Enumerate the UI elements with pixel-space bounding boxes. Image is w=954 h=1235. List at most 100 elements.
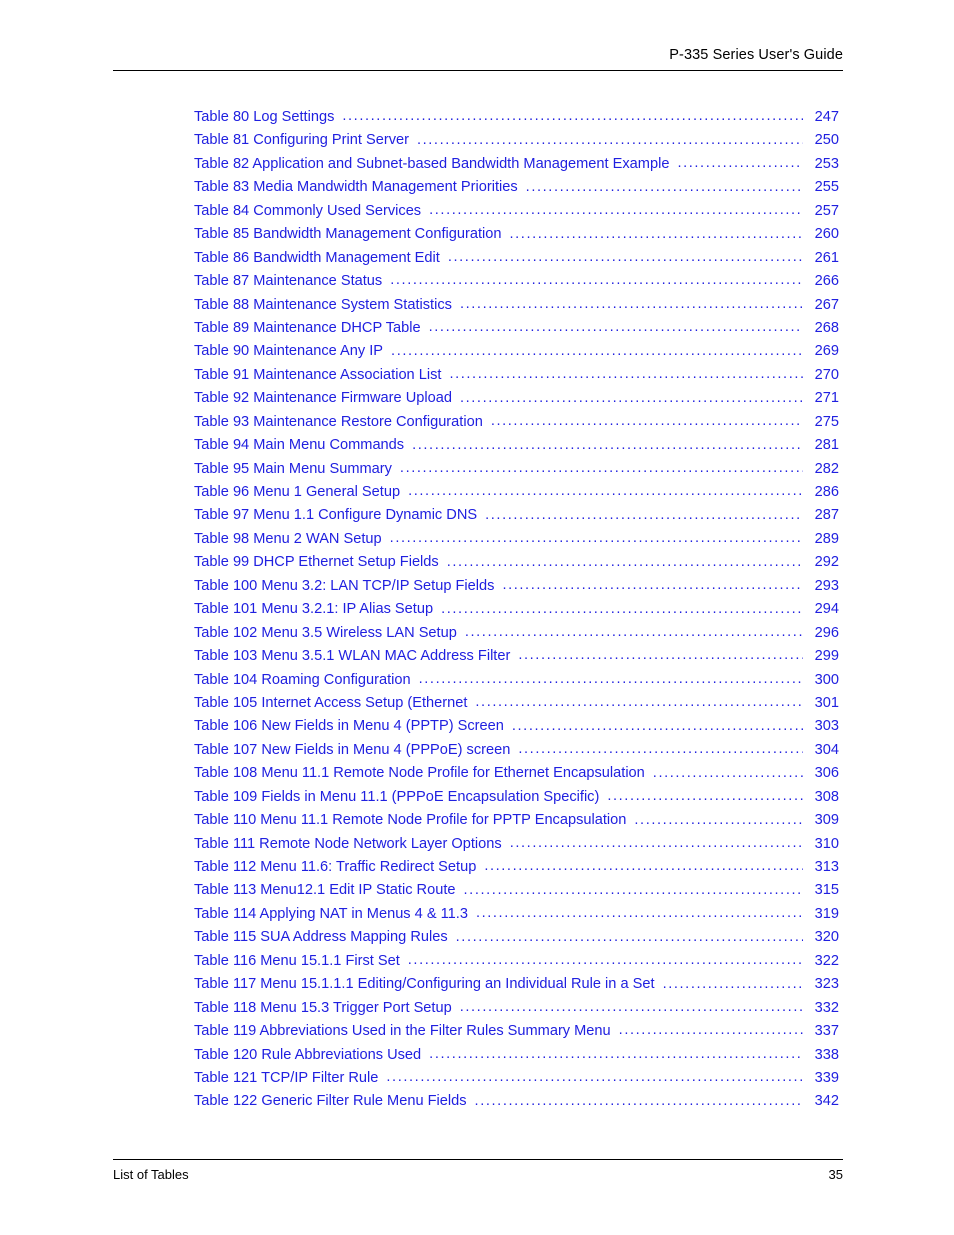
page-header: P-335 Series User's Guide xyxy=(113,46,843,71)
toc-entry-page-number: 260 xyxy=(814,226,839,243)
toc-entry[interactable]: Table 81 Configuring Print Server 250 xyxy=(194,129,839,152)
toc-entry[interactable]: Table 95 Main Menu Summary 282 xyxy=(194,458,839,481)
toc-entry-label: Table 116 Menu 15.1.1 First Set xyxy=(194,952,400,969)
toc-entry[interactable]: Table 84 Commonly Used Services 257 xyxy=(194,200,839,223)
toc-entry[interactable]: Table 105 Internet Access Setup (Etherne… xyxy=(194,692,839,715)
dot-leader xyxy=(518,645,803,660)
toc-entry[interactable]: Table 92 Maintenance Firmware Upload 271 xyxy=(194,387,839,410)
toc-entry[interactable]: Table 106 New Fields in Menu 4 (PPTP) Sc… xyxy=(194,715,839,738)
toc-entry-page-number: 315 xyxy=(814,882,839,899)
toc-entry-page-number: 289 xyxy=(814,530,839,547)
toc-entry-label: Table 107 New Fields in Menu 4 (PPPoE) s… xyxy=(194,741,511,758)
toc-entry-label: Table 84 Commonly Used Services xyxy=(194,202,422,219)
toc-entry[interactable]: Table 103 Menu 3.5.1 WLAN MAC Address Fi… xyxy=(194,645,839,668)
toc-entry[interactable]: Table 113 Menu12.1 Edit IP Static Route 3… xyxy=(194,879,839,902)
toc-entry[interactable]: Table 122 Generic Filter Rule Menu Field… xyxy=(194,1090,839,1113)
toc-entry[interactable]: Table 83 Media Mandwidth Management Prio… xyxy=(194,176,839,199)
toc-entry[interactable]: Table 96 Menu 1 General Setup 286 xyxy=(194,481,839,504)
dot-leader xyxy=(456,927,803,942)
toc-entry-label: Table 91 Maintenance Association List xyxy=(194,366,442,383)
dot-leader xyxy=(448,247,803,262)
toc-entry[interactable]: Table 119 Abbreviations Used in the Filt… xyxy=(194,1020,839,1043)
toc-entry-page-number: 304 xyxy=(814,741,839,758)
toc-entry[interactable]: Table 121 TCP/IP Filter Rule 339 xyxy=(194,1067,839,1090)
toc-entry[interactable]: Table 112 Menu 11.6: Traffic Redirect Se… xyxy=(194,856,839,879)
toc-entry[interactable]: Table 101 Menu 3.2.1: IP Alias Setup 294 xyxy=(194,598,839,621)
dot-leader xyxy=(342,106,803,121)
toc-entry[interactable]: Table 87 Maintenance Status 266 xyxy=(194,270,839,293)
toc-entry-page-number: 268 xyxy=(814,319,839,336)
toc-entry[interactable]: Table 118 Menu 15.3 Trigger Port Setup 33… xyxy=(194,997,839,1020)
dot-leader xyxy=(475,1091,803,1106)
toc-entry[interactable]: Table 117 Menu 15.1.1.1 Editing/Configur… xyxy=(194,973,839,996)
toc-entry[interactable]: Table 99 DHCP Ethernet Setup Fields 292 xyxy=(194,551,839,574)
toc-entry[interactable]: Table 90 Maintenance Any IP 269 xyxy=(194,340,839,363)
toc-entry-label: Table 86 Bandwidth Management Edit xyxy=(194,249,440,266)
toc-entry[interactable]: Table 116 Menu 15.1.1 First Set 322 xyxy=(194,950,839,973)
toc-entry-label: Table 85 Bandwidth Management Configurat… xyxy=(194,226,502,243)
toc-entry-label: Table 92 Maintenance Firmware Upload xyxy=(194,390,452,407)
toc-entry-page-number: 253 xyxy=(814,155,839,172)
toc-entry-page-number: 257 xyxy=(814,202,839,219)
dot-leader xyxy=(476,903,803,918)
toc-entry[interactable]: Table 86 Bandwidth Management Edit 261 xyxy=(194,247,839,270)
toc-entry-label: Table 89 Maintenance DHCP Table xyxy=(194,319,421,336)
toc-entry[interactable]: Table 102 Menu 3.5 Wireless LAN Setup 296 xyxy=(194,622,839,645)
toc-entry[interactable]: Table 114 Applying NAT in Menus 4 & 11.3… xyxy=(194,903,839,926)
toc-entry[interactable]: Table 97 Menu 1.1 Configure Dynamic DNS 2… xyxy=(194,504,839,527)
dot-leader xyxy=(485,505,803,520)
dot-leader xyxy=(390,270,803,285)
toc-entry-label: Table 102 Menu 3.5 Wireless LAN Setup xyxy=(194,624,457,641)
dot-leader xyxy=(441,599,803,614)
dot-leader xyxy=(634,810,803,825)
toc-entry[interactable]: Table 111 Remote Node Network Layer Opti… xyxy=(194,833,839,856)
dot-leader xyxy=(502,575,803,590)
page-footer: List of Tables 35 xyxy=(113,1159,843,1183)
toc-entry-page-number: 313 xyxy=(814,859,839,875)
toc-entry[interactable]: Table 89 Maintenance DHCP Table 268 xyxy=(194,317,839,340)
dot-leader xyxy=(663,974,803,989)
toc-entry[interactable]: Table 82 Application and Subnet-based Ba… xyxy=(194,153,839,176)
toc-entry[interactable]: Table 98 Menu 2 WAN Setup 289 xyxy=(194,528,839,551)
toc-entry-page-number: 250 xyxy=(814,132,839,149)
dot-leader xyxy=(391,341,803,356)
toc-entry[interactable]: Table 120 Rule Abbreviations Used 338 xyxy=(194,1044,839,1067)
toc-entry-label: Table 93 Maintenance Restore Configurati… xyxy=(194,413,483,430)
toc-entry-label: Table 115 SUA Address Mapping Rules xyxy=(194,929,448,946)
toc-entry[interactable]: Table 115 SUA Address Mapping Rules 320 xyxy=(194,926,839,949)
toc-entry-page-number: 301 xyxy=(814,694,839,711)
toc-entry[interactable]: Table 85 Bandwidth Management Configurat… xyxy=(194,223,839,246)
toc-entry-label: Table 94 Main Menu Commands xyxy=(194,437,405,454)
dot-leader xyxy=(512,716,803,731)
header-divider xyxy=(113,70,843,71)
toc-entry[interactable]: Table 88 Maintenance System Statistics 26… xyxy=(194,294,839,317)
dot-leader xyxy=(484,856,803,871)
toc-entry-page-number: 319 xyxy=(814,905,839,922)
dot-leader xyxy=(447,552,803,567)
toc-entry[interactable]: Table 93 Maintenance Restore Configurati… xyxy=(194,411,839,434)
toc-entry[interactable]: Table 104 Roaming Configuration 300 xyxy=(194,669,839,692)
dot-leader xyxy=(460,997,803,1012)
toc-entry-page-number: 337 xyxy=(814,1023,839,1040)
toc-entry[interactable]: Table 107 New Fields in Menu 4 (PPPoE) s… xyxy=(194,739,839,762)
toc-entry[interactable]: Table 91 Maintenance Association List 270 xyxy=(194,364,839,387)
toc-entry-page-number: 339 xyxy=(814,1069,839,1086)
toc-entry-label: Table 121 TCP/IP Filter Rule xyxy=(194,1069,379,1086)
toc-entry-page-number: 332 xyxy=(814,999,839,1016)
toc-entry[interactable]: Table 109 Fields in Menu 11.1 (PPPoE Enc… xyxy=(194,786,839,809)
toc-entry-label: Table 108 Menu 11.1 Remote Node Profile … xyxy=(194,765,645,782)
toc-entry[interactable]: Table 100 Menu 3.2: LAN TCP/IP Setup Fie… xyxy=(194,575,839,598)
toc-entry-page-number: 294 xyxy=(814,601,839,618)
toc-entry-label: Table 104 Roaming Configuration xyxy=(194,671,411,688)
toc-entry[interactable]: Table 110 Menu 11.1 Remote Node Profile … xyxy=(194,809,839,832)
toc-entry[interactable]: Table 94 Main Menu Commands 281 xyxy=(194,434,839,457)
dot-leader xyxy=(510,833,803,848)
toc-entry-page-number: 287 xyxy=(814,507,839,524)
toc-entry-page-number: 255 xyxy=(814,179,839,196)
toc-entry[interactable]: Table 108 Menu 11.1 Remote Node Profile … xyxy=(194,762,839,785)
dot-leader xyxy=(653,763,803,778)
dot-leader xyxy=(619,1020,803,1035)
dot-leader xyxy=(386,1067,803,1082)
toc-entry[interactable]: Table 80 Log Settings 247 xyxy=(194,106,839,129)
toc-entry-label: Table 103 Menu 3.5.1 WLAN MAC Address Fi… xyxy=(194,648,511,665)
